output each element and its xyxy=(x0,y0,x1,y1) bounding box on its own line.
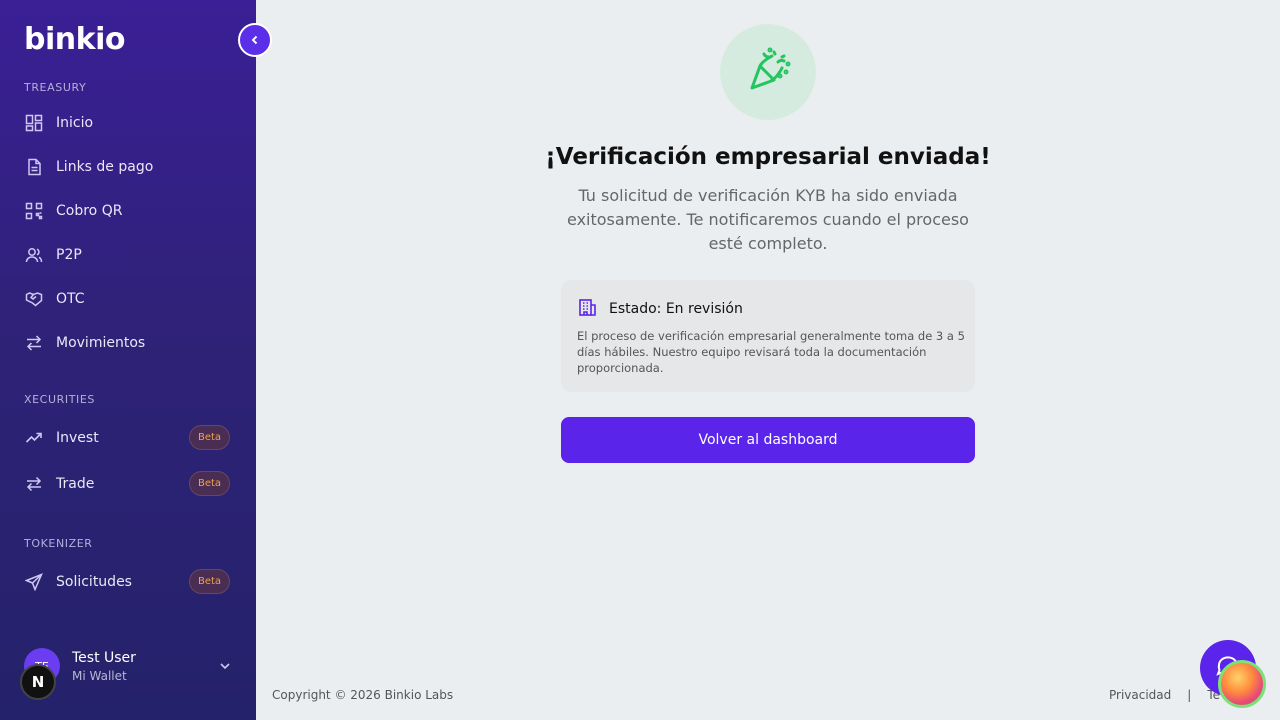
handshake-icon xyxy=(24,289,44,309)
sidebar-item-label: Trade xyxy=(56,476,95,492)
beta-badge: Beta xyxy=(189,471,230,496)
sidebar-item-label: Links de pago xyxy=(56,159,154,175)
sidebar-item-label: OTC xyxy=(56,291,85,307)
brand-logo[interactable]: binkio xyxy=(24,22,125,57)
page-subtitle: Tu solicitud de verificación KYB ha sido… xyxy=(567,186,969,253)
sidebar-item-label: Invest xyxy=(56,430,99,446)
status-header: Estado: En revisión xyxy=(577,297,743,321)
status-card: Estado: En revisión El proceso de verifi… xyxy=(561,280,975,392)
n-badge[interactable]: N xyxy=(20,664,56,700)
sidebar-item-inicio[interactable]: Inicio xyxy=(24,108,234,138)
main-content: ¡Verificación empresarial enviada! Tu so… xyxy=(256,0,1280,720)
sidebar-item-label: Movimientos xyxy=(56,335,146,351)
user-name: Test User xyxy=(72,650,136,666)
sidebar-item-label: P2P xyxy=(56,247,82,263)
users-icon xyxy=(24,245,44,265)
sidebar: binkio TREASURY Inicio Links de pago Cob… xyxy=(0,0,256,720)
arrows-exchange-icon xyxy=(24,474,44,494)
collapse-sidebar-button[interactable] xyxy=(238,23,272,57)
sidebar-item-trade[interactable]: Trade Beta xyxy=(24,469,234,499)
sidebar-item-label: Cobro QR xyxy=(56,203,123,219)
sidebar-item-label: Solicitudes xyxy=(56,574,132,590)
status-label: Estado: En revisión xyxy=(609,301,743,317)
status-description: El proceso de verificación empresarial g… xyxy=(577,329,965,375)
grid-icon xyxy=(24,113,44,133)
sidebar-item-invest[interactable]: Invest Beta xyxy=(24,423,234,453)
sidebar-item-cobro-qr[interactable]: Cobro QR xyxy=(24,196,234,226)
send-icon xyxy=(24,572,44,592)
document-icon xyxy=(24,157,44,177)
footer-copyright: Copyright © 2026 Binkio Labs xyxy=(272,688,454,702)
sunset-avatar-icon[interactable] xyxy=(1218,660,1266,708)
beta-badge: Beta xyxy=(189,425,230,450)
sidebar-item-p2p[interactable]: P2P xyxy=(24,240,234,270)
sidebar-item-solicitudes[interactable]: Solicitudes Beta xyxy=(24,567,234,597)
footer-links: Privacidad | Te xyxy=(1109,688,1220,702)
privacy-link[interactable]: Privacidad xyxy=(1109,688,1171,702)
section-label-tokenizer: TOKENIZER xyxy=(24,537,93,550)
chevron-left-icon xyxy=(249,31,261,50)
user-wallet-label: Mi Wallet xyxy=(72,669,127,683)
sidebar-item-otc[interactable]: OTC xyxy=(24,284,234,314)
success-circle xyxy=(720,24,816,120)
trending-up-icon xyxy=(24,428,44,448)
arrows-swap-icon xyxy=(24,333,44,353)
sidebar-item-movimientos[interactable]: Movimientos xyxy=(24,328,234,358)
back-to-dashboard-button[interactable]: Volver al dashboard xyxy=(561,417,975,463)
beta-badge: Beta xyxy=(189,569,230,594)
qr-code-icon xyxy=(24,201,44,221)
section-label-xecurities: XECURITIES xyxy=(24,393,96,406)
sidebar-item-links-de-pago[interactable]: Links de pago xyxy=(24,152,234,182)
page-title: ¡Verificación empresarial enviada! xyxy=(545,144,991,170)
footer-separator: | xyxy=(1187,688,1192,702)
sidebar-item-label: Inicio xyxy=(56,115,94,131)
party-popper-icon xyxy=(744,46,792,98)
building-icon xyxy=(577,297,597,321)
chevron-down-icon xyxy=(218,658,232,677)
section-label-treasury: TREASURY xyxy=(24,81,87,94)
